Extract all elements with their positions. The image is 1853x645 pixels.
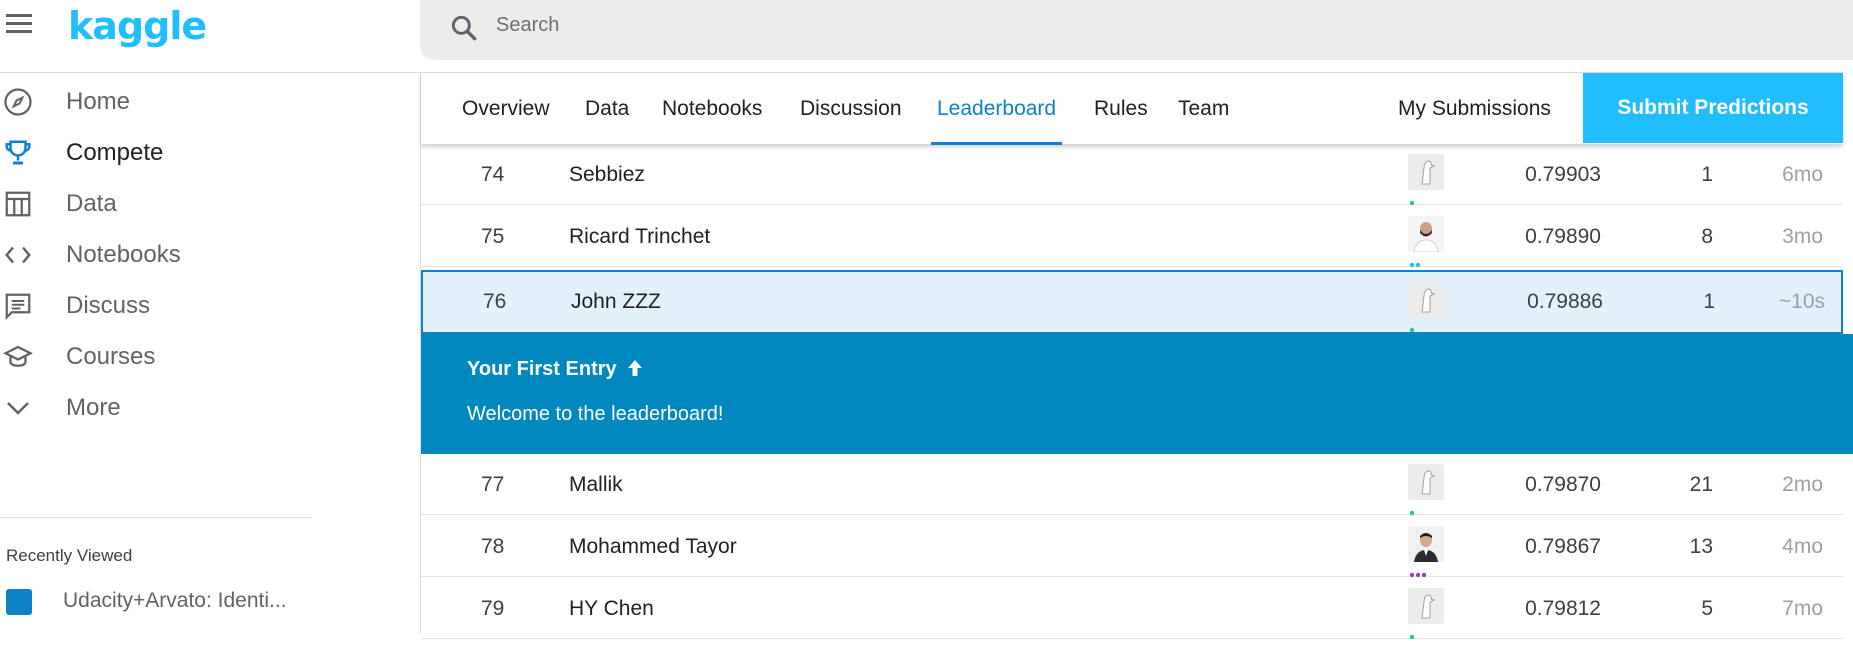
avatar[interactable] <box>1408 526 1444 562</box>
team-name[interactable]: John ZZZ <box>571 272 661 332</box>
banner-subtitle: Welcome to the leaderboard! <box>467 403 724 425</box>
score: 0.79812 <box>1525 597 1601 620</box>
sidebar: Home Compete Data Notebooks Discuss Cour… <box>0 73 420 634</box>
tab-rules[interactable]: Rules <box>1094 73 1148 145</box>
tab-notebooks[interactable]: Notebooks <box>662 73 762 145</box>
search-bar[interactable] <box>420 0 1853 60</box>
tab-data[interactable]: Data <box>585 73 629 145</box>
trophy-icon <box>2 137 34 169</box>
rank: 75 <box>481 225 505 248</box>
arrow-up-icon <box>628 360 643 376</box>
banner-title: Your First Entry <box>467 358 644 381</box>
sidebar-item-compete[interactable]: Compete <box>0 128 320 178</box>
entries-count: 21 <box>1689 473 1713 496</box>
competition-tabs: Overview Data Notebooks Discussion Leade… <box>421 72 1843 145</box>
tier-dots <box>1409 503 1429 516</box>
sidebar-item-label: Courses <box>66 343 156 370</box>
kaggle-logo[interactable]: kaggle <box>68 4 207 48</box>
leaderboard-row[interactable]: 79 HY Chen 0.79812 5 7mo <box>421 578 1843 640</box>
rank: 74 <box>481 163 505 186</box>
last-submission: 4mo <box>1782 535 1823 558</box>
compass-icon <box>2 86 34 118</box>
rank: 78 <box>481 535 505 558</box>
entries-count: 1 <box>1703 290 1715 313</box>
sidebar-item-notebooks[interactable]: Notebooks <box>0 230 320 280</box>
rank: 77 <box>481 473 505 496</box>
tier-dots <box>1409 320 1429 333</box>
sidebar-divider <box>0 517 312 518</box>
main-content: Overview Data Notebooks Discussion Leade… <box>420 72 1853 640</box>
table-icon <box>2 188 34 220</box>
tab-leaderboard[interactable]: Leaderboard <box>930 73 1063 145</box>
competition-thumbnail <box>6 589 32 615</box>
leaderboard-row[interactable]: 74 Sebbiez 0.79903 1 6mo <box>421 144 1843 206</box>
tier-dots <box>1409 627 1429 640</box>
sidebar-item-courses[interactable]: Courses <box>0 332 320 382</box>
sidebar-item-label: Home <box>66 88 131 115</box>
tab-overview[interactable]: Overview <box>462 73 550 145</box>
score: 0.79867 <box>1525 535 1601 558</box>
entries-count: 1 <box>1701 163 1713 186</box>
score: 0.79886 <box>1527 290 1603 313</box>
search-icon <box>451 15 477 41</box>
recent-item-label: Udacity+Arvato: Identi... <box>63 589 287 612</box>
team-name[interactable]: Mallik <box>569 454 623 515</box>
last-submission: 6mo <box>1782 163 1823 186</box>
sidebar-item-home[interactable]: Home <box>0 77 320 127</box>
tier-dots <box>1409 193 1429 206</box>
sidebar-item-label: Data <box>66 190 117 217</box>
sidebar-item-label: Notebooks <box>66 241 181 268</box>
last-submission: 3mo <box>1782 225 1823 248</box>
sidebar-item-label: Discuss <box>66 292 151 319</box>
tier-dots <box>1409 255 1429 268</box>
chevron-down-icon <box>2 392 34 424</box>
avatar[interactable] <box>1408 464 1444 500</box>
leaderboard-row[interactable]: 75 Ricard Trinchet 0.79890 8 3mo <box>421 206 1843 268</box>
sidebar-item-more[interactable]: More <box>0 383 320 433</box>
last-submission: ~10s <box>1778 290 1825 313</box>
recently-viewed-heading: Recently Viewed <box>6 546 133 565</box>
sidebar-item-label: Compete <box>66 139 164 166</box>
code-icon <box>2 239 34 271</box>
avatar[interactable] <box>1408 154 1444 190</box>
tier-dots <box>1409 565 1433 578</box>
comment-icon <box>2 290 34 322</box>
tab-team[interactable]: Team <box>1178 73 1229 145</box>
leaderboard-row-your-entry[interactable]: 76 John ZZZ 0.79886 1 ~10s <box>421 270 1843 334</box>
entries-count: 8 <box>1701 225 1713 248</box>
rank: 79 <box>481 597 505 620</box>
score: 0.79870 <box>1525 473 1601 496</box>
graduation-cap-icon <box>2 341 34 373</box>
sidebar-item-data[interactable]: Data <box>0 179 320 229</box>
tab-discussion[interactable]: Discussion <box>800 73 902 145</box>
avatar[interactable] <box>1408 282 1444 318</box>
entries-count: 5 <box>1701 597 1713 620</box>
banner-title-text: Your First Entry <box>467 358 617 380</box>
rank: 76 <box>483 290 507 313</box>
top-bar: kaggle <box>0 0 1853 72</box>
avatar[interactable] <box>1408 588 1444 624</box>
hamburger-menu-icon[interactable] <box>6 14 36 38</box>
submit-predictions-button[interactable]: Submit Predictions <box>1583 73 1843 143</box>
last-submission: 2mo <box>1782 473 1823 496</box>
first-entry-banner: Your First Entry Welcome to the leaderbo… <box>421 334 1853 454</box>
team-name[interactable]: Mohammed Tayor <box>569 516 737 577</box>
team-name[interactable]: HY Chen <box>569 578 654 639</box>
entries-count: 13 <box>1689 535 1713 558</box>
avatar[interactable] <box>1408 216 1444 252</box>
team-name[interactable]: Ricard Trinchet <box>569 206 710 267</box>
my-submissions-link[interactable]: My Submissions <box>1398 73 1551 145</box>
score: 0.79890 <box>1525 225 1601 248</box>
last-submission: 7mo <box>1782 597 1823 620</box>
leaderboard-row[interactable]: 77 Mallik 0.79870 21 2mo <box>421 454 1843 516</box>
sidebar-item-discuss[interactable]: Discuss <box>0 281 320 331</box>
recent-item[interactable]: Udacity+Arvato: Identi... <box>0 583 320 623</box>
search-input[interactable] <box>496 12 1696 38</box>
leaderboard-row[interactable]: 78 Mohammed Tayor 0.79867 13 4mo <box>421 516 1843 578</box>
score: 0.79903 <box>1525 163 1601 186</box>
team-name[interactable]: Sebbiez <box>569 144 645 205</box>
sidebar-item-label: More <box>66 394 121 421</box>
